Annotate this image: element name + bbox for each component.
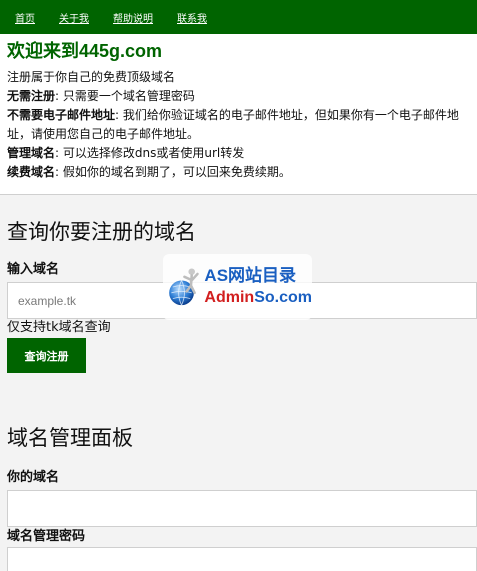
intro-item-no-email: 不需要电子邮件地址: 我们给你验证域名的电子邮件地址，但如果你有一个电子邮件地址… xyxy=(7,106,471,144)
domain-password-input[interactable] xyxy=(7,547,477,571)
watermark-text: AS网站目录 AdminSo.com xyxy=(204,265,312,309)
nav-about-link[interactable]: 关于我 xyxy=(59,10,89,25)
globe-person-logo-icon xyxy=(169,268,199,306)
tk-only-hint: 仅支持tk域名查询 xyxy=(7,320,111,335)
watermark-so-com: So.com xyxy=(254,289,312,306)
nav-home-link[interactable]: 首页 xyxy=(15,10,35,25)
intro-term: 不需要电子邮件地址 xyxy=(7,108,116,122)
nav-help-link[interactable]: 帮助说明 xyxy=(113,10,153,25)
top-nav-bar: 首页 关于我 帮助说明 联系我 xyxy=(0,0,477,34)
nav-contact-link[interactable]: 联系我 xyxy=(177,10,207,25)
watermark-line2: AdminSo.com xyxy=(204,287,312,309)
watermark-line1: AS网站目录 xyxy=(204,266,297,285)
search-register-button[interactable]: 查询注册 xyxy=(7,338,86,373)
domain-password-label: 域名管理密码 xyxy=(7,529,86,544)
your-domain-label: 你的域名 xyxy=(7,470,60,485)
intro-item-manage-domain: 管理域名: 可以选择修改dns或者使用url转发 xyxy=(7,144,471,163)
manage-section: 域名管理面板 你的域名 域名管理密码 xyxy=(0,373,477,571)
intro-item-no-registration: 无需注册: 只需要一个域名管理密码 xyxy=(7,87,471,106)
intro-term: 管理域名 xyxy=(7,146,56,160)
intro-term: 续费域名 xyxy=(7,165,56,179)
register-heading: 查询你要注册的域名 xyxy=(7,220,196,244)
intro-text: : 只需要一个域名管理密码 xyxy=(55,89,195,103)
intro-term: 无需注册 xyxy=(7,89,56,103)
site-title: 欢迎来到445g.com xyxy=(7,41,163,61)
intro-item-renew-domain: 续费域名: 假如你的域名到期了，可以回来免费续期。 xyxy=(7,163,471,182)
intro-text: : 假如你的域名到期了，可以回来免费续期。 xyxy=(55,165,291,179)
your-domain-input[interactable] xyxy=(7,490,477,527)
watermark-admin: Admin xyxy=(204,289,255,306)
intro-text: : 可以选择修改dns或者使用url转发 xyxy=(55,146,245,160)
intro-tagline: 注册属于你自己的免费顶级域名 xyxy=(7,70,176,84)
adminso-watermark: AS网站目录 AdminSo.com xyxy=(163,254,312,320)
manage-heading: 域名管理面板 xyxy=(7,426,133,450)
intro-panel: 欢迎来到445g.com 注册属于你自己的免费顶级域名 无需注册: 只需要一个域… xyxy=(0,34,477,195)
